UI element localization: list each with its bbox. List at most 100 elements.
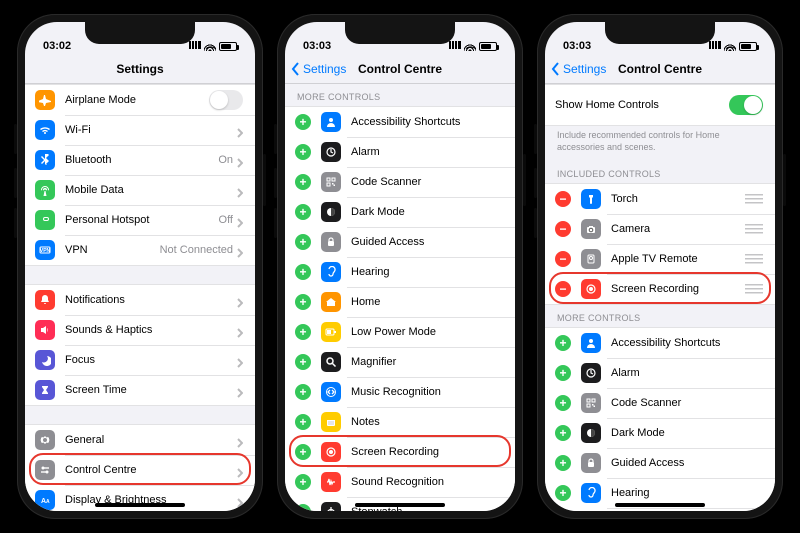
add-button[interactable]: +: [295, 114, 311, 130]
content[interactable]: MORE CONTROLS+Accessibility Shortcuts+Al…: [285, 84, 515, 511]
row-notes[interactable]: +Notes: [285, 407, 515, 437]
row-label: VPN: [65, 244, 160, 256]
lock-icon: [321, 232, 341, 252]
add-button[interactable]: +: [295, 324, 311, 340]
back-button[interactable]: Settings: [291, 62, 346, 76]
wifi-icon: [724, 42, 736, 51]
remove-button[interactable]: −: [555, 221, 571, 237]
row-value: Off: [219, 214, 233, 226]
switches-icon: [35, 460, 55, 480]
add-button[interactable]: +: [295, 474, 311, 490]
row-screen-recording[interactable]: +Screen Recording: [285, 437, 515, 467]
add-button[interactable]: +: [295, 384, 311, 400]
home-indicator[interactable]: [95, 503, 185, 507]
row-sound-recognition[interactable]: +Sound Recognition: [285, 467, 515, 497]
row-dark-mode[interactable]: +Dark Mode: [545, 418, 775, 448]
row-label: Torch: [611, 193, 741, 205]
screen: 03:03 SettingsControl Centre MORE CONTRO…: [285, 22, 515, 511]
row-home[interactable]: +Home: [545, 508, 775, 511]
row-a11y-shortcuts[interactable]: +Accessibility Shortcuts: [285, 107, 515, 137]
row-mobile-data[interactable]: Mobile Data: [25, 175, 255, 205]
row-magnifier[interactable]: + Magnifier: [285, 347, 515, 377]
nav-bar: Settings Control Centre: [285, 54, 515, 84]
row-control-centre[interactable]: Control Centre: [25, 455, 255, 485]
add-button[interactable]: +: [555, 365, 571, 381]
nav-bar: Settings: [25, 54, 255, 84]
row-screen-recording-inc[interactable]: −Screen Recording: [545, 274, 775, 304]
row-general[interactable]: General: [25, 425, 255, 455]
add-button[interactable]: +: [555, 335, 571, 351]
row-guided-access[interactable]: +Guided Access: [545, 448, 775, 478]
row-label: Magnifier: [351, 356, 503, 368]
add-button[interactable]: +: [295, 354, 311, 370]
add-button[interactable]: +: [295, 234, 311, 250]
add-button[interactable]: +: [295, 504, 311, 511]
battery-icon: [479, 42, 497, 51]
row-code-scanner[interactable]: +Code Scanner: [545, 388, 775, 418]
settings-group: NotificationsSounds & HapticsFocusScreen…: [25, 284, 255, 406]
row-display[interactable]: Display & Brightness: [25, 485, 255, 511]
back-button[interactable]: Settings: [551, 62, 606, 76]
add-button[interactable]: +: [555, 455, 571, 471]
add-button[interactable]: +: [295, 204, 311, 220]
row-home[interactable]: +Home: [285, 287, 515, 317]
row-vpn[interactable]: VPNNot Connected: [25, 235, 255, 265]
settings-group: Airplane ModeWi-FiBluetoothOn Mobile Data…: [25, 84, 255, 266]
add-button[interactable]: +: [555, 425, 571, 441]
row-camera[interactable]: −Camera: [545, 214, 775, 244]
row-label: Personal Hotspot: [65, 214, 219, 226]
add-button[interactable]: +: [295, 144, 311, 160]
row-a11y-shortcuts[interactable]: +Accessibility Shortcuts: [545, 328, 775, 358]
add-button[interactable]: +: [555, 395, 571, 411]
content[interactable]: Show Home Controls Include recommended c…: [545, 84, 775, 511]
add-button[interactable]: +: [295, 264, 311, 280]
add-button[interactable]: +: [295, 414, 311, 430]
row-hearing[interactable]: +Hearing: [285, 257, 515, 287]
add-button[interactable]: +: [555, 485, 571, 501]
row-airplane[interactable]: Airplane Mode: [25, 85, 255, 115]
row-torch[interactable]: − Torch: [545, 184, 775, 214]
row-wifi[interactable]: Wi-Fi: [25, 115, 255, 145]
row-notifications[interactable]: Notifications: [25, 285, 255, 315]
row-label: Mobile Data: [65, 184, 237, 196]
row-value: On: [218, 154, 233, 166]
row-hotspot[interactable]: Personal HotspotOff: [25, 205, 255, 235]
remove-button[interactable]: −: [555, 281, 571, 297]
row-label: Apple TV Remote: [611, 253, 741, 265]
row-low-power[interactable]: +Low Power Mode: [285, 317, 515, 347]
row-focus[interactable]: Focus: [25, 345, 255, 375]
toggle[interactable]: [209, 90, 243, 110]
row-alarm[interactable]: +Alarm: [545, 358, 775, 388]
drag-handle[interactable]: [745, 254, 763, 264]
row-screentime[interactable]: Screen Time: [25, 375, 255, 405]
bluetooth-icon: [35, 150, 55, 170]
row-sounds[interactable]: Sounds & Haptics: [25, 315, 255, 345]
shazam-icon: [321, 382, 341, 402]
drag-handle[interactable]: [745, 224, 763, 234]
row-alarm[interactable]: +Alarm: [285, 137, 515, 167]
show-home-controls-row[interactable]: Show Home Controls: [545, 85, 775, 125]
section-footer: Include recommended controls for Home ac…: [545, 126, 775, 161]
row-bluetooth[interactable]: BluetoothOn: [25, 145, 255, 175]
remove-button[interactable]: −: [555, 191, 571, 207]
row-music-recognition[interactable]: + Music Recognition: [285, 377, 515, 407]
toggle[interactable]: [729, 95, 763, 115]
home-indicator[interactable]: [355, 503, 445, 507]
row-label: Music Recognition: [351, 386, 503, 398]
row-appletv[interactable]: − Apple TV Remote: [545, 244, 775, 274]
drag-handle[interactable]: [745, 284, 763, 294]
content[interactable]: Airplane ModeWi-FiBluetoothOn Mobile Data…: [25, 84, 255, 511]
home-icon: [321, 292, 341, 312]
home-indicator[interactable]: [615, 503, 705, 507]
remove-button[interactable]: −: [555, 251, 571, 267]
page-title: Control Centre: [358, 62, 442, 76]
notch: [345, 22, 455, 44]
drag-handle[interactable]: [745, 194, 763, 204]
row-dark-mode[interactable]: +Dark Mode: [285, 197, 515, 227]
row-guided-access[interactable]: +Guided Access: [285, 227, 515, 257]
add-button[interactable]: +: [295, 444, 311, 460]
add-button[interactable]: +: [295, 294, 311, 310]
signal-icon: [189, 41, 201, 52]
add-button[interactable]: +: [295, 174, 311, 190]
row-code-scanner[interactable]: +Code Scanner: [285, 167, 515, 197]
